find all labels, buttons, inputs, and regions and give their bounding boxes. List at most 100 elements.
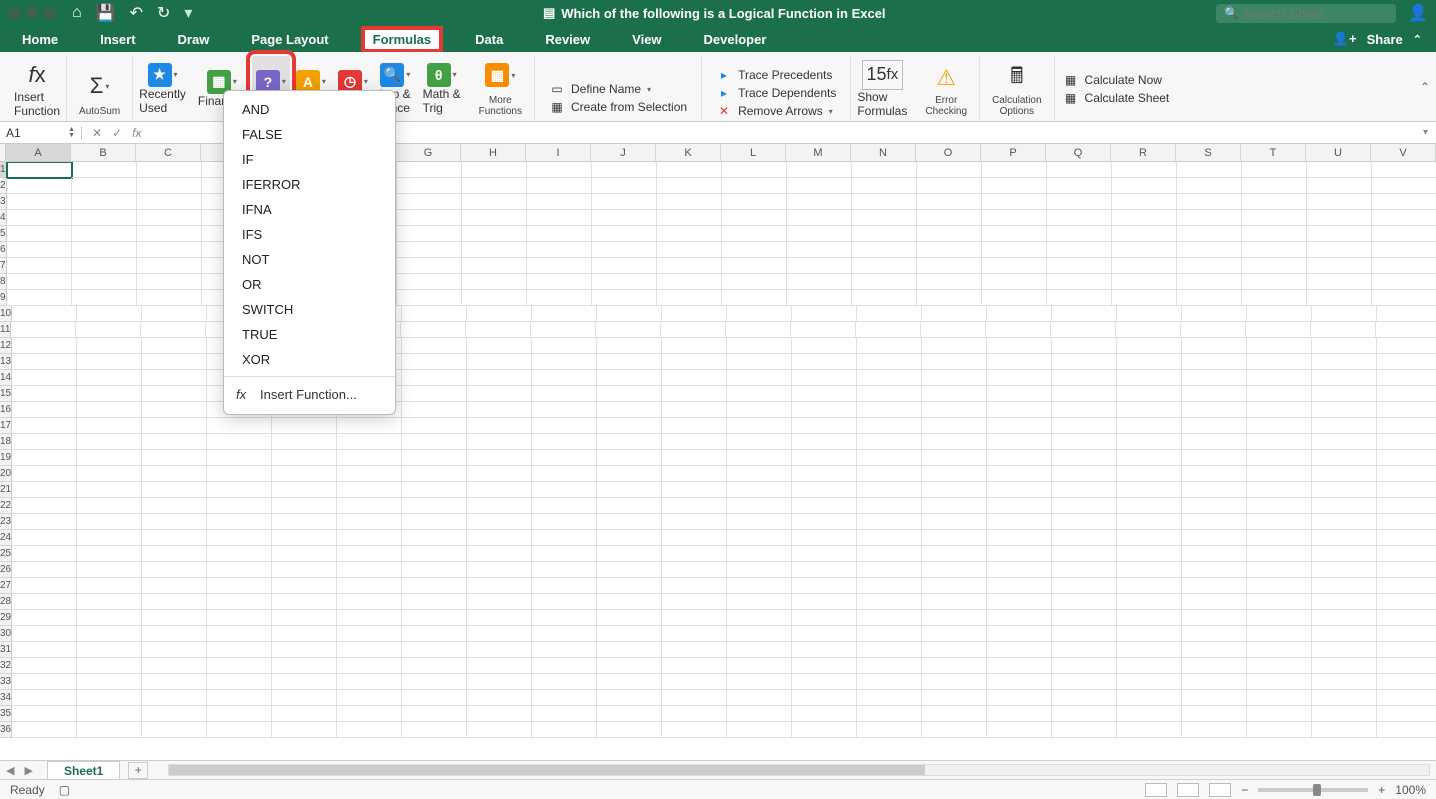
cell[interactable] <box>77 546 142 562</box>
cell[interactable] <box>1312 498 1377 514</box>
cell[interactable] <box>1117 562 1182 578</box>
cell[interactable] <box>532 386 597 402</box>
cell[interactable] <box>402 450 467 466</box>
cell[interactable] <box>982 226 1047 242</box>
cell[interactable] <box>1372 226 1436 242</box>
cell[interactable] <box>397 274 462 290</box>
cell[interactable] <box>207 562 272 578</box>
cell[interactable] <box>787 178 852 194</box>
cell[interactable] <box>11 322 76 338</box>
cell[interactable] <box>1182 530 1247 546</box>
column-header-h[interactable]: H <box>461 144 526 161</box>
cell[interactable] <box>77 402 142 418</box>
cell[interactable] <box>467 402 532 418</box>
cell[interactable] <box>662 706 727 722</box>
cell[interactable] <box>1182 658 1247 674</box>
cell[interactable] <box>1117 674 1182 690</box>
cell[interactable] <box>597 642 662 658</box>
cell[interactable] <box>77 514 142 530</box>
row-header-16[interactable]: 16 <box>0 402 12 418</box>
cell[interactable] <box>662 354 727 370</box>
row-header-28[interactable]: 28 <box>0 594 12 610</box>
cell[interactable] <box>597 402 662 418</box>
cell[interactable] <box>402 546 467 562</box>
cell[interactable] <box>1182 386 1247 402</box>
cell[interactable] <box>1117 706 1182 722</box>
cell[interactable] <box>142 674 207 690</box>
cell[interactable] <box>857 498 922 514</box>
cell[interactable] <box>592 274 657 290</box>
cell[interactable] <box>467 642 532 658</box>
cell[interactable] <box>592 242 657 258</box>
cell[interactable] <box>532 306 597 322</box>
cell[interactable] <box>787 274 852 290</box>
cell[interactable] <box>597 610 662 626</box>
cell[interactable] <box>142 706 207 722</box>
cell[interactable] <box>792 418 857 434</box>
cell[interactable] <box>402 434 467 450</box>
cell[interactable] <box>597 434 662 450</box>
cell[interactable] <box>397 194 462 210</box>
cell[interactable] <box>792 402 857 418</box>
cell[interactable] <box>592 290 657 306</box>
cell[interactable] <box>1312 450 1377 466</box>
cell[interactable] <box>787 258 852 274</box>
cell[interactable] <box>1052 434 1117 450</box>
cell[interactable] <box>12 610 77 626</box>
cell[interactable] <box>922 610 987 626</box>
cell[interactable] <box>852 274 917 290</box>
cell[interactable] <box>1247 594 1312 610</box>
cell[interactable] <box>727 466 792 482</box>
cell[interactable] <box>1117 434 1182 450</box>
cell[interactable] <box>922 498 987 514</box>
cell[interactable] <box>402 354 467 370</box>
cell[interactable] <box>402 466 467 482</box>
cell[interactable] <box>1052 642 1117 658</box>
cell[interactable] <box>1377 418 1436 434</box>
cell[interactable] <box>722 274 787 290</box>
cell[interactable] <box>207 418 272 434</box>
cell[interactable] <box>1247 690 1312 706</box>
cell[interactable] <box>1117 354 1182 370</box>
cell[interactable] <box>722 194 787 210</box>
cell[interactable] <box>1377 434 1436 450</box>
cell[interactable] <box>1117 722 1182 738</box>
column-header-g[interactable]: G <box>396 144 461 161</box>
fx-bar-icon[interactable]: fx <box>132 126 141 140</box>
cell[interactable] <box>12 578 77 594</box>
cell[interactable] <box>1112 178 1177 194</box>
cell[interactable] <box>72 258 137 274</box>
cell[interactable] <box>272 722 337 738</box>
cell[interactable] <box>272 626 337 642</box>
cell[interactable] <box>1372 194 1436 210</box>
cell[interactable] <box>76 322 141 338</box>
cell[interactable] <box>142 306 207 322</box>
cell[interactable] <box>272 514 337 530</box>
cell[interactable] <box>7 226 72 242</box>
column-header-r[interactable]: R <box>1111 144 1176 161</box>
cell[interactable] <box>1312 434 1377 450</box>
cell[interactable] <box>1377 674 1436 690</box>
cell[interactable] <box>662 546 727 562</box>
cell[interactable] <box>1047 258 1112 274</box>
more-functions-button[interactable]: ▦▾ More Functions <box>473 57 528 121</box>
column-header-k[interactable]: K <box>656 144 721 161</box>
cell[interactable] <box>77 562 142 578</box>
cell[interactable] <box>727 658 792 674</box>
cell[interactable] <box>987 658 1052 674</box>
cell[interactable] <box>1312 610 1377 626</box>
cell[interactable] <box>77 418 142 434</box>
cell[interactable] <box>337 418 402 434</box>
cell[interactable] <box>987 706 1052 722</box>
cell[interactable] <box>142 642 207 658</box>
cell[interactable] <box>657 242 722 258</box>
row-header-18[interactable]: 18 <box>0 434 12 450</box>
recently-used-button[interactable]: ★▾ Recently Used <box>133 56 192 121</box>
cell[interactable] <box>532 466 597 482</box>
cell[interactable] <box>1177 226 1242 242</box>
cell[interactable] <box>1312 706 1377 722</box>
cell[interactable] <box>657 226 722 242</box>
cell[interactable] <box>532 562 597 578</box>
row-header-30[interactable]: 30 <box>0 626 12 642</box>
tab-insert[interactable]: Insert <box>92 28 143 51</box>
